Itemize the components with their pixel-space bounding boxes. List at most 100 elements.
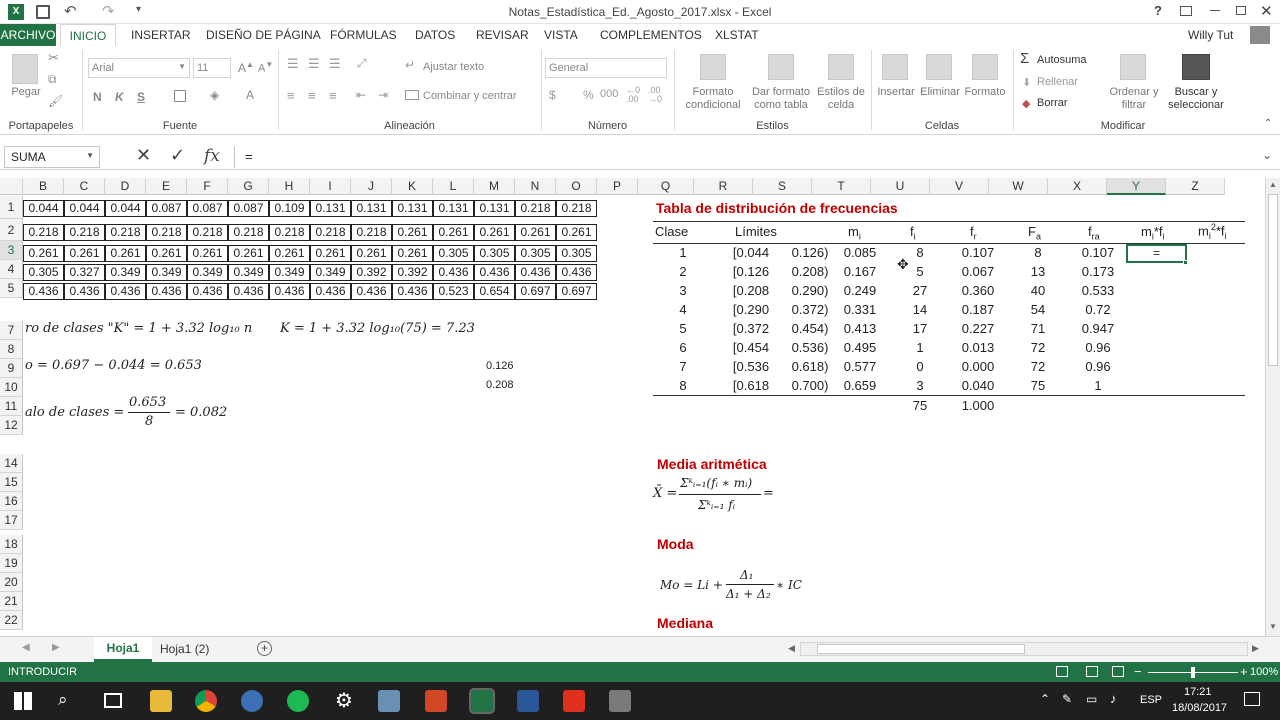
find-select-button[interactable]: Buscar y seleccionar — [1160, 86, 1232, 112]
freq-cell[interactable]: [0.290 — [726, 302, 776, 317]
format-as-table-button[interactable]: Dar formato como tabla — [748, 86, 814, 112]
column-header[interactable]: I — [310, 178, 351, 195]
merge-center-button[interactable]: Combinar y centrar — [423, 90, 517, 102]
borders-icon[interactable] — [174, 90, 186, 102]
grid-cell[interactable]: 0.218 — [515, 200, 556, 217]
fill-handle[interactable] — [1183, 260, 1188, 265]
ribbon-display-icon[interactable] — [1180, 6, 1192, 16]
chrome-icon[interactable] — [195, 690, 217, 712]
row-header[interactable]: 18 — [0, 535, 23, 554]
sheet-tab-hoja1-2[interactable]: Hoja1 (2) — [160, 642, 209, 656]
tab-complementos[interactable]: COMPLEMENTOS — [600, 28, 702, 42]
minimize-icon[interactable] — [1210, 10, 1220, 11]
column-header[interactable]: Z — [1166, 178, 1225, 195]
zoom-level[interactable]: 100% — [1250, 666, 1278, 678]
grid-cell[interactable]: 0.261 — [556, 224, 597, 241]
freq-cell[interactable]: [0.536 — [726, 359, 776, 374]
search-icon[interactable]: ⌕ — [58, 690, 68, 710]
column-header[interactable]: X — [1048, 178, 1107, 195]
grid-cell[interactable]: 0.436 — [310, 283, 351, 300]
grid-cell[interactable]: 0.261 — [105, 245, 146, 262]
column-header[interactable]: L — [433, 178, 474, 195]
merge-icon[interactable] — [405, 90, 419, 100]
select-all-corner[interactable] — [0, 178, 23, 195]
zoom-in-icon[interactable]: + — [1240, 664, 1248, 679]
app-pen-icon[interactable] — [378, 690, 400, 712]
freq-cell[interactable]: 0 — [900, 359, 940, 374]
font-name-select[interactable]: Arial ▼ — [88, 58, 190, 78]
freq-cell[interactable]: 8 — [1018, 245, 1058, 260]
expand-formula-icon[interactable]: ⌄ — [1262, 148, 1272, 162]
column-header[interactable]: S — [753, 178, 812, 195]
freq-cell[interactable]: 0.700) — [790, 378, 830, 393]
cut-icon[interactable]: ✂ — [48, 50, 59, 66]
column-header[interactable]: J — [351, 178, 392, 195]
freq-cell[interactable]: 0.167 — [843, 264, 877, 279]
grid-cell[interactable]: 0.218 — [105, 224, 146, 241]
name-box[interactable]: SUMA ▼ — [4, 146, 100, 168]
grid-cell[interactable]: 0.087 — [187, 200, 228, 217]
confirm-entry-icon[interactable]: ✓ — [170, 145, 185, 166]
grid-cell[interactable]: 0.218 — [23, 224, 64, 241]
grid-cell[interactable]: 0.436 — [515, 264, 556, 281]
align-left-icon[interactable]: ≡ — [287, 88, 295, 103]
active-cell-y3[interactable]: = — [1126, 244, 1187, 263]
orientation-icon[interactable]: ⤢ — [357, 56, 367, 71]
freq-cell[interactable]: 71 — [1018, 321, 1058, 336]
freq-cell[interactable]: 0.249 — [843, 283, 877, 298]
freq-cell[interactable]: 72 — [1018, 359, 1058, 374]
freq-cell[interactable]: 0.331 — [843, 302, 877, 317]
row-header[interactable]: 11 — [0, 397, 23, 416]
row-header[interactable]: 9 — [0, 359, 23, 378]
insert-function-icon[interactable]: fx — [204, 146, 220, 166]
increase-decimal-icon[interactable]: ←0.00 — [626, 86, 640, 104]
grid-cell[interactable]: 0.305 — [433, 245, 474, 262]
grid-cell[interactable]: 0.131 — [310, 200, 351, 217]
conditional-format-button[interactable]: Formato condicional — [676, 86, 750, 112]
insert-cells-icon[interactable] — [882, 54, 908, 80]
freq-cell[interactable]: 0.536) — [790, 340, 830, 355]
wrap-text-icon[interactable]: ↵ — [405, 58, 415, 72]
freq-cell[interactable]: 0.187 — [950, 302, 1006, 317]
grid-cell[interactable]: 0.436 — [392, 283, 433, 300]
grid-cell[interactable]: 0.261 — [187, 245, 228, 262]
row-header[interactable]: 21 — [0, 592, 23, 611]
grid-cell[interactable]: 0.218 — [351, 224, 392, 241]
grid-cell[interactable]: 0.261 — [433, 224, 474, 241]
delete-cells-button[interactable]: Eliminar — [918, 86, 962, 99]
horizontal-scrollbar[interactable] — [800, 642, 1248, 656]
column-header[interactable]: G — [228, 178, 269, 195]
cell-styles-button[interactable]: Estilos de celda — [814, 86, 868, 112]
column-header[interactable]: M — [474, 178, 515, 195]
clock-time[interactable]: 17:21 — [1184, 686, 1212, 698]
paste-icon[interactable] — [12, 54, 38, 84]
grid-cell[interactable]: 0.131 — [392, 200, 433, 217]
network-icon[interactable]: ▭ — [1086, 692, 1097, 706]
sort-filter-button[interactable]: Ordenar y filtrar — [1106, 86, 1162, 112]
clear-button[interactable]: Borrar — [1037, 97, 1068, 109]
column-header[interactable]: V — [930, 178, 989, 195]
windows-start-icon[interactable] — [14, 692, 32, 710]
grid-cell[interactable]: 0.697 — [515, 283, 556, 300]
grid-cell[interactable]: 0.305 — [474, 245, 515, 262]
grid-cell[interactable]: 0.261 — [269, 245, 310, 262]
freq-cell[interactable]: 0.227 — [950, 321, 1006, 336]
freq-cell[interactable]: [0.372 — [726, 321, 776, 336]
word-icon[interactable] — [517, 690, 539, 712]
freq-cell[interactable]: 0.947 — [1070, 321, 1126, 336]
grid-cell[interactable]: 0.261 — [146, 245, 187, 262]
prev-sheet-icon[interactable]: ◀ — [22, 642, 30, 653]
freq-cell[interactable]: 0.72 — [1070, 302, 1126, 317]
excel-logo-icon[interactable]: X — [8, 4, 24, 20]
percent-icon[interactable]: % — [583, 88, 594, 102]
freq-cell[interactable]: 17 — [900, 321, 940, 336]
grid-cell[interactable]: 0.436 — [433, 264, 474, 281]
row-header[interactable]: 20 — [0, 573, 23, 592]
grid-cell[interactable]: 0.218 — [146, 224, 187, 241]
app-other-icon[interactable] — [609, 690, 631, 712]
delete-cells-icon[interactable] — [926, 54, 952, 80]
freq-cell[interactable]: 0.290) — [790, 283, 830, 298]
grid-cell[interactable]: 0.305 — [23, 264, 64, 281]
freq-cell[interactable]: 0.000 — [950, 359, 1006, 374]
formula-input[interactable]: = — [234, 146, 1258, 168]
